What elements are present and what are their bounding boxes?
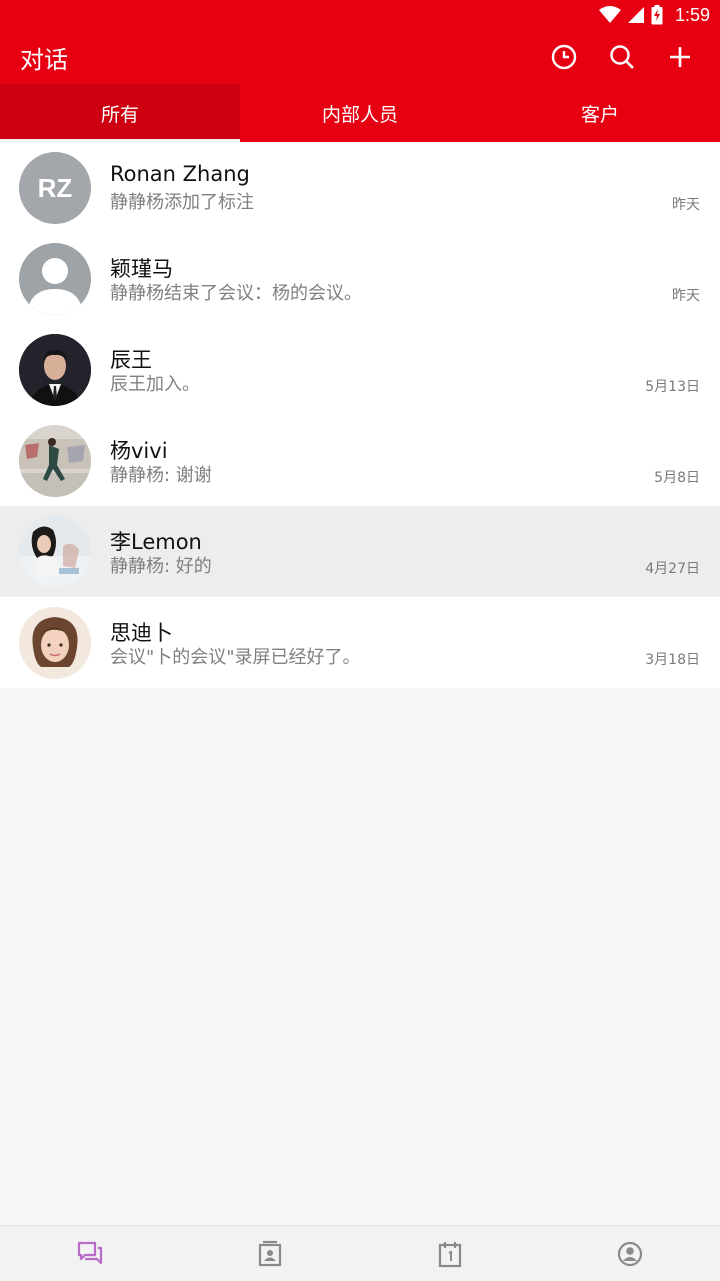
profile-icon [617,1241,643,1266]
history-icon [551,44,577,70]
conversation-message: 静静杨结束了会议：杨的会议。 [110,283,362,304]
avatar-photo [19,516,91,588]
signal-icon [627,6,645,24]
avatar [19,425,91,497]
conversation-message: 静静杨: 谢谢 [110,465,212,486]
conversation-item-yingjin-ma[interactable]: 颖瑾马 静静杨结束了会议：杨的会议。 昨天 [0,233,720,324]
status-bar: 1:59 [0,0,720,30]
conversation-message: 静静杨添加了标注 [110,192,254,213]
tab-internal[interactable]: 内部人员 [240,84,480,142]
add-icon [670,47,690,67]
conversation-item-chen-wang[interactable]: 辰王 辰王加入。 5月13日 [0,324,720,415]
avatar: RZ [19,152,91,224]
conversation-time: 4月27日 [645,561,700,577]
calendar-icon [438,1241,462,1267]
conversation-message: 会议"卜的会议"录屏已经好了。 [110,647,361,668]
add-button[interactable] [664,41,696,73]
nav-contacts[interactable] [180,1226,360,1281]
nav-chat[interactable] [0,1226,180,1281]
history-button[interactable] [548,41,580,73]
conversation-item-yang-vivi[interactable]: 杨vivi 静静杨: 谢谢 5月8日 [0,415,720,506]
wifi-icon [598,6,621,24]
conversation-item-li-lemon[interactable]: 李Lemon 静静杨: 好的 4月27日 [0,506,720,597]
tab-customers[interactable]: 客户 [480,84,720,142]
avatar [19,516,91,588]
avatar [19,243,91,315]
conversation-time: 昨天 [672,288,700,304]
conversation-item-ronan-zhang[interactable]: RZ Ronan Zhang 静静杨添加了标注 昨天 [0,142,720,233]
bottom-navigation [0,1225,720,1281]
avatar-photo [19,607,91,679]
chat-icon [77,1241,103,1264]
tab-bar: 所有 内部人员 客户 [0,84,720,142]
search-icon [610,45,634,69]
avatar-photo [19,334,91,406]
conversation-message: 静静杨: 好的 [110,556,212,577]
person-placeholder-icon [27,258,83,315]
conversation-time: 3月18日 [645,652,700,668]
conversation-time: 5月13日 [645,379,700,395]
conversation-item-sidi-bu[interactable]: 思迪卜 会议"卜的会议"录屏已经好了。 3月18日 [0,597,720,688]
page-title: 对话 [20,46,68,74]
conversation-list: RZ Ronan Zhang 静静杨添加了标注 昨天 颖瑾马 静静杨结束了会议：… [0,142,720,688]
tab-all[interactable]: 所有 [0,84,240,142]
status-time: 1:59 [674,4,710,25]
avatar [19,334,91,406]
nav-calendar[interactable] [360,1226,540,1281]
app-bar: 对话 [0,30,720,84]
conversation-name: Ronan Zhang [110,162,250,186]
conversation-message: 辰王加入。 [110,374,200,395]
conversation-time: 5月8日 [654,470,700,486]
contacts-icon [258,1240,282,1266]
nav-profile[interactable] [540,1226,720,1281]
avatar-initials: RZ [37,172,73,203]
search-button[interactable] [606,41,638,73]
battery-icon [651,5,663,25]
avatar [19,607,91,679]
avatar-photo [19,425,91,497]
conversation-time: 昨天 [672,197,700,213]
